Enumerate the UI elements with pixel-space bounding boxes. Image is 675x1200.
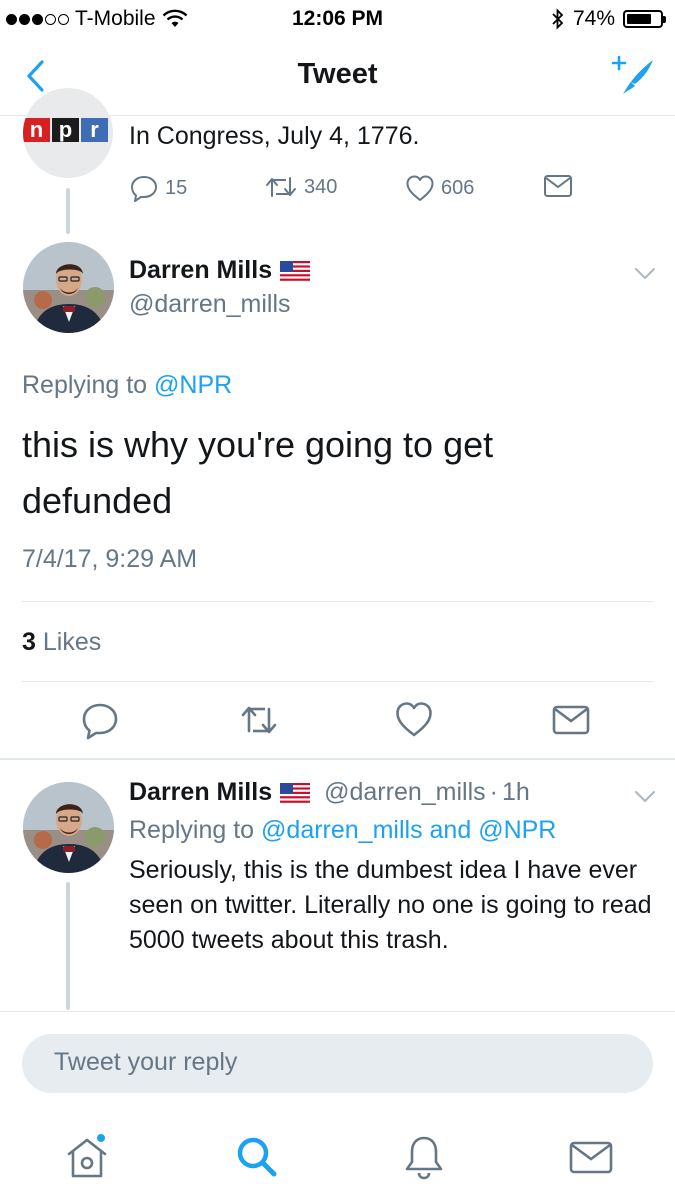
battery-level — [627, 14, 651, 24]
parent-tweet-actions: 15 340 606 — [129, 174, 579, 208]
avatar-photo — [23, 242, 114, 333]
reply-count: 15 — [165, 176, 188, 199]
reply-tweet-text: Seriously, this is the dumbest idea I ha… — [129, 856, 652, 954]
tweet-timestamp: 7/4/17, 9:29 AM — [22, 545, 198, 573]
dm-action[interactable] — [543, 174, 573, 198]
messages-icon[interactable] — [566, 1132, 616, 1182]
chevron-down-icon[interactable] — [634, 790, 656, 804]
status-bar: T-Mobile 12:06 PM 74% — [0, 0, 675, 38]
author-name[interactable]: Darren Mills — [129, 256, 311, 285]
reply-time-separator: · — [489, 778, 498, 806]
reply-icon — [131, 176, 157, 202]
reply-avatar[interactable] — [23, 782, 114, 873]
search-icon[interactable] — [232, 1132, 282, 1182]
thread-connector — [66, 188, 70, 234]
section-divider — [0, 758, 675, 760]
tab-bar — [0, 1120, 675, 1200]
likes-count: 3 — [22, 628, 36, 656]
replying-to-link[interactable]: @NPR — [478, 816, 556, 844]
reply-icon[interactable] — [80, 700, 120, 740]
parent-tweet-text: In Congress, July 4, 1776. — [129, 122, 420, 150]
like-count: 606 — [441, 176, 475, 199]
npr-logo-p: p — [52, 118, 79, 142]
tweet-text: this is why you're going to get defunded — [22, 424, 494, 521]
divider — [22, 601, 653, 602]
reply-header[interactable]: Darren Mills @darren_mills · 1h — [129, 778, 530, 807]
likes-summary[interactable]: 3 Likes — [22, 628, 101, 657]
replying-to-link[interactable]: @darren_mills — [261, 816, 423, 844]
replying-label: Replying to — [22, 371, 148, 399]
envelope-icon[interactable] — [551, 700, 591, 740]
retweet-icon — [266, 177, 296, 197]
parent-tweet[interactable]: n p r In Congress, July 4, 1776. 15 340 — [0, 88, 675, 226]
retweet-count: 340 — [304, 175, 338, 198]
reply-author-name: Darren Mills — [129, 778, 273, 806]
reply-action[interactable]: 15 — [129, 174, 187, 202]
replying-to: Replying to @NPR — [22, 371, 232, 400]
notifications-icon[interactable] — [399, 1132, 449, 1182]
us-flag-icon — [280, 782, 311, 803]
envelope-icon — [544, 175, 572, 197]
reply-input[interactable]: Tweet your reply — [22, 1034, 653, 1093]
status-right: 74% — [551, 7, 666, 31]
replying-and: and — [429, 816, 472, 844]
battery-icon — [623, 10, 666, 28]
home-icon[interactable] — [62, 1132, 112, 1182]
reply-replying-to: Replying to @darren_mills and @NPR — [129, 816, 556, 845]
heart-icon — [406, 175, 434, 201]
reply-author-handle: @darren_mills — [324, 778, 486, 806]
npr-avatar[interactable]: n p r — [23, 88, 113, 178]
battery-percent: 74% — [572, 7, 615, 30]
author-name-text: Darren Mills — [129, 256, 273, 284]
like-action[interactable]: 606 — [405, 174, 474, 202]
npr-logo-r: r — [81, 118, 108, 142]
avatar-photo — [23, 782, 114, 873]
replying-label: Replying to — [129, 816, 255, 844]
replying-to-link[interactable]: @NPR — [154, 371, 232, 399]
npr-logo-n: n — [23, 118, 50, 142]
retweet-icon[interactable] — [239, 700, 279, 740]
heart-icon[interactable] — [394, 700, 434, 740]
bluetooth-icon — [552, 8, 564, 30]
tweet-actions — [0, 700, 675, 740]
divider — [22, 681, 653, 682]
reply-composer-bar: Tweet your reply — [0, 1011, 675, 1111]
likes-label: Likes — [42, 628, 102, 656]
author-handle[interactable]: @darren_mills — [129, 290, 291, 319]
reply-time: 1h — [501, 778, 530, 806]
chevron-down-icon[interactable] — [634, 267, 656, 281]
npr-logo: n p r — [23, 118, 108, 142]
avatar[interactable] — [23, 242, 114, 333]
thread-connector — [66, 882, 70, 1010]
compose-tweet-icon[interactable] — [611, 54, 657, 98]
page-title: Tweet — [297, 58, 378, 90]
retweet-action[interactable]: 340 — [264, 174, 337, 200]
us-flag-icon — [280, 260, 311, 281]
